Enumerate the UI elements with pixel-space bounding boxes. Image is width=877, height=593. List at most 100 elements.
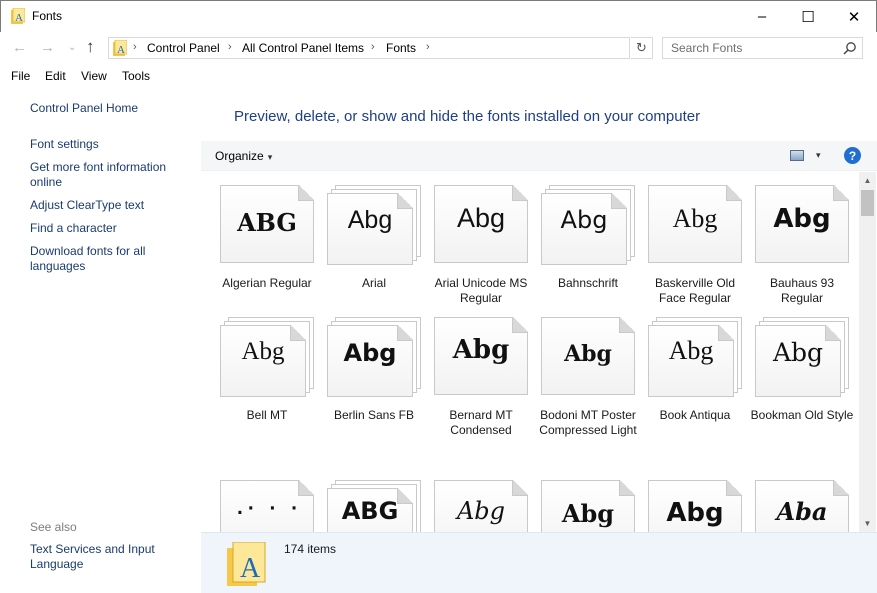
font-file-icon: ABG	[220, 185, 316, 265]
font-sample: .· · ·	[221, 498, 313, 519]
organize-button[interactable]: Organize▾	[215, 149, 272, 163]
font-tile[interactable]: .· · ·	[220, 480, 320, 532]
sidebar-link-font-settings[interactable]: Font settings	[30, 137, 190, 152]
font-tile[interactable]: AbgBook Antiqua	[648, 317, 748, 447]
search-icon[interactable]	[843, 41, 857, 55]
font-tile[interactable]: AbgBodoni MT Poster Compressed Light	[541, 317, 641, 447]
close-button[interactable]: ✕	[831, 1, 877, 32]
page-front: Abg	[541, 480, 635, 532]
scroll-thumb[interactable]	[861, 190, 874, 216]
font-family-icon: ABG	[327, 480, 423, 532]
font-tile[interactable]: Abg	[434, 480, 534, 532]
font-sample: Aba	[756, 497, 848, 526]
page-fold	[833, 480, 849, 496]
menu-tools[interactable]: Tools	[122, 69, 150, 83]
font-name: Baskerville Old Face Regular	[642, 276, 748, 306]
page-front: Aba	[755, 480, 849, 532]
page-fold	[298, 185, 314, 201]
breadcrumb-separator[interactable]: ›	[426, 41, 430, 53]
font-name: Bernard MT Condensed	[428, 408, 534, 438]
font-sample: Abg	[435, 497, 527, 525]
font-file-icon: Abg	[755, 185, 851, 265]
search-input[interactable]	[663, 38, 833, 58]
font-sample: Abg	[221, 338, 305, 366]
font-tile[interactable]: Aba	[755, 480, 855, 532]
sidebar-link-cleartype[interactable]: Adjust ClearType text	[30, 198, 190, 213]
font-file-icon: Abg	[541, 317, 637, 397]
sidebar-link-text-services[interactable]: Text Services and Input Language	[30, 542, 190, 572]
refresh-icon[interactable]: ↻	[631, 37, 653, 59]
font-file-icon: Abg	[434, 317, 530, 397]
page-front: Abg	[648, 325, 734, 397]
font-name: Algerian Regular	[214, 276, 320, 291]
details-pane: A 174 items	[201, 532, 877, 593]
font-sample: Abg	[542, 206, 626, 234]
sidebar-link-download-fonts[interactable]: Download fonts for all languages	[30, 244, 190, 274]
fonts-folder-icon: A	[227, 542, 267, 586]
minimize-button[interactable]: –	[739, 1, 785, 32]
chevron-down-icon[interactable]: ▾	[816, 150, 821, 161]
breadcrumb-all-items[interactable]: All Control Panel Items	[242, 41, 364, 55]
font-tile[interactable]: AbgBaskerville Old Face Regular	[648, 185, 748, 315]
font-sample: Abg	[328, 339, 412, 367]
sidebar-link-font-info[interactable]: Get more font information online	[30, 160, 190, 190]
font-name: Book Antiqua	[642, 408, 748, 423]
page-fold	[512, 185, 528, 201]
breadcrumb-control-panel[interactable]: Control Panel	[147, 41, 220, 55]
window-title: Fonts	[32, 9, 62, 23]
page-front: Abg	[541, 193, 627, 265]
help-icon[interactable]: ?	[844, 147, 861, 164]
font-sample: ABG	[221, 208, 313, 237]
font-tile[interactable]: AbgArial	[327, 185, 427, 315]
fonts-folder-icon: A	[11, 8, 25, 24]
scroll-down-icon[interactable]: ▼	[859, 515, 876, 532]
font-file-icon: Aba	[755, 480, 851, 532]
font-sample: Abg	[435, 203, 527, 234]
sidebar: Control Panel Home Font settings Get mor…	[0, 88, 200, 593]
page-fold	[833, 185, 849, 201]
forward-arrow-icon[interactable]: →	[40, 39, 55, 56]
breadcrumb-separator[interactable]: ›	[371, 41, 375, 53]
font-tile[interactable]: AbgBell MT	[220, 317, 320, 447]
font-tile[interactable]: AbgBookman Old Style	[755, 317, 855, 447]
sidebar-link-control-panel-home[interactable]: Control Panel Home	[30, 101, 190, 116]
up-arrow-icon[interactable]: ↑	[86, 37, 95, 57]
menu-edit[interactable]: Edit	[45, 69, 66, 83]
page-fold	[619, 480, 635, 496]
page-front: Abg	[220, 325, 306, 397]
font-family-icon: Abg	[648, 317, 744, 397]
page-front: Abg	[755, 185, 849, 263]
maximize-button[interactable]: ☐	[785, 1, 831, 32]
change-view-icon[interactable]	[790, 150, 804, 161]
breadcrumb-fonts[interactable]: Fonts	[386, 41, 416, 55]
font-tile[interactable]: AbgBauhaus 93 Regular	[755, 185, 855, 315]
vertical-scrollbar[interactable]: ▲ ▼	[859, 172, 876, 532]
font-family-icon: Abg	[541, 185, 637, 265]
font-tile[interactable]: ABG	[327, 480, 427, 532]
page-front: Abg	[648, 480, 742, 532]
font-tile[interactable]: AbgArial Unicode MS Regular	[434, 185, 534, 315]
font-tile[interactable]: Abg	[648, 480, 748, 532]
organize-label: Organize	[215, 149, 264, 163]
font-tile[interactable]: AbgBernard MT Condensed	[434, 317, 534, 447]
navigation-bar: ← → ⌄ ↑ A › Control Panel › All Control …	[0, 32, 877, 64]
font-tile[interactable]: AbgBerlin Sans FB	[327, 317, 427, 447]
page-front: .· · ·	[220, 480, 314, 532]
command-bar: Organize▾ ▾ ?	[201, 141, 877, 171]
recent-locations-icon[interactable]: ⌄	[68, 42, 76, 53]
menu-view[interactable]: View	[81, 69, 107, 83]
breadcrumb-separator[interactable]: ›	[228, 41, 232, 53]
font-file-icon: Abg	[541, 480, 637, 532]
font-name: Bookman Old Style	[749, 408, 855, 423]
font-tile[interactable]: ABGAlgerian Regular	[220, 185, 320, 315]
back-arrow-icon[interactable]: ←	[12, 39, 27, 56]
sidebar-link-find-character[interactable]: Find a character	[30, 221, 190, 236]
menu-file[interactable]: File	[11, 69, 30, 83]
scroll-up-icon[interactable]: ▲	[859, 172, 876, 189]
font-tile[interactable]: Abg	[541, 480, 641, 532]
address-bar[interactable]: A › Control Panel › All Control Panel It…	[108, 37, 630, 59]
font-tile[interactable]: AbgBahnschrift	[541, 185, 641, 315]
title-bar: A Fonts – ☐ ✕	[0, 0, 877, 32]
svg-text:A: A	[240, 553, 261, 584]
breadcrumb-separator[interactable]: ›	[133, 41, 137, 53]
